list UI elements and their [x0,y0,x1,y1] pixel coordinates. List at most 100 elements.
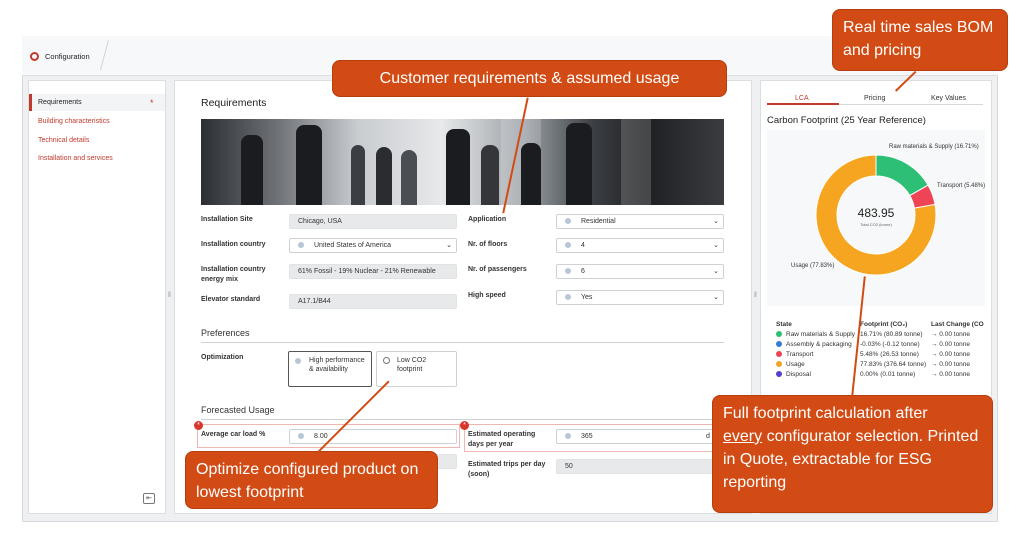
optimization-label: Optimization [201,354,244,361]
table-row: Raw materials & Supply [776,331,855,338]
car-load-label: Average car load % [201,431,266,438]
table-row: Assembly & packaging [776,341,852,348]
application-label: Application [468,216,507,223]
chevron-down-icon: ⌄ [446,242,452,249]
table-row: Transport [776,351,814,358]
required-marker: * [150,98,154,108]
preferences-title: Preferences [201,328,250,338]
callout-full-footprint: Full footprint calculation after every c… [712,395,993,513]
total-value: 483.95 [858,206,895,220]
high-speed-label: High speed [468,292,506,299]
radio-icon [383,357,390,364]
sidebar-item-technical-details[interactable]: Technical details [38,137,89,144]
energy-mix-field: 61% Fossil - 19% Nuclear - 21% Renewable [289,264,457,279]
callout-sales-bom: Real time sales BOM and pricing [832,9,1008,71]
passengers-label: Nr. of passengers [468,266,527,273]
elevator-standard-label: Elevator standard [201,296,261,303]
table-header-footprint: Footprint (CO₂) [860,321,908,328]
trips-field: 50 [556,459,716,474]
callout-full-emphasis: every [723,428,763,445]
floors-icon [565,242,571,248]
tab-pricing[interactable]: Pricing [864,95,885,102]
required-icon: * [194,421,203,430]
table-header-state: State [776,321,792,328]
divider [201,419,724,420]
callout-customer-requirements: Customer requirements & assumed usage [332,60,727,97]
tab-lca[interactable]: LCA [795,95,809,102]
chart-area: Raw materials & Supply (16.71%) Transport… [767,130,985,306]
legend-dot [776,341,782,347]
elevator-standard-field: A17.1/B44 [289,294,457,309]
car-load-value: 8.00 [314,433,328,440]
weight-icon [298,433,304,439]
passengers-value: 6 [581,268,585,275]
table-header-change: Last Change (CO [931,321,984,328]
legend-dot [776,331,782,337]
table-cell-footprint: 77.83% (376.64 tonne) [860,361,927,368]
hero-image [201,119,724,205]
slice-label: Raw materials & Supply (16.71%) [889,144,979,150]
car-load-input[interactable]: 8.00 [289,429,457,444]
donut-chart: Raw materials & Supply (16.71%) Transport… [791,144,985,276]
table-cell-change: → 0.00 tonne [931,341,971,348]
chart-title: Carbon Footprint (25 Year Reference) [767,115,926,126]
splitter-left-handle[interactable]: ‖ [168,292,171,299]
required-icon: * [460,421,469,430]
option-high-performance-label: High performance & availability [309,357,365,373]
table-cell-footprint: 16.71% (80.89 tonne) [860,331,923,338]
callout-full-rest: configurator selection. Printed in Quote… [723,428,979,491]
operating-days-unit: d [706,433,710,440]
installation-country-label: Installation country [201,241,266,248]
floors-select[interactable]: 4 ⌄ [556,238,724,253]
trips-label: Estimated trips per day (soon) [468,461,546,478]
divider [201,342,724,343]
operating-days-value: 365 [581,433,593,440]
slice-label: Transport (5.48%) [937,183,985,189]
installation-country-value: United States of America [314,242,392,249]
option-high-performance[interactable]: High performance & availability [288,351,372,387]
passengers-select[interactable]: 6 ⌄ [556,264,724,279]
legend-dot [776,361,782,367]
sidebar-item-installation-services[interactable]: Installation and services [38,155,113,162]
table-cell-footprint: -0.03% (-0.12 tonne) [860,341,920,348]
legend-dot [776,351,782,357]
person-icon [565,268,571,274]
tab-active-indicator [767,103,839,105]
tab-configuration[interactable]: Configuration [30,44,90,68]
globe-icon [298,242,304,248]
callout-full-line: Full footprint calculation after [723,405,928,422]
high-speed-select[interactable]: Yes ⌄ [556,290,724,305]
speed-icon [565,294,571,300]
table-cell-footprint: 5.48% (26.53 tonne) [860,351,919,358]
table-cell-footprint: 0.00% (0.01 tonne) [860,371,916,378]
chevron-down-icon: ⌄ [713,294,719,301]
installation-site-label: Installation Site [201,216,253,223]
sidebar-item-building-characteristics[interactable]: Building characteristics [38,118,110,125]
calendar-icon [565,433,571,439]
gear-icon [30,51,39,61]
check-icon [295,358,301,364]
chevron-down-icon: ⌄ [713,268,719,275]
table-cell-change: → 0.00 tonne [931,361,971,368]
application-select[interactable]: Residential ⌄ [556,214,724,229]
table-cell-change: → 0.00 tonne [931,351,971,358]
table-cell-change: → 0.00 tonne [931,371,971,378]
table-cell-change: → 0.00 tonne [931,331,971,338]
page-title: Requirements [201,97,267,109]
splitter-right-handle[interactable]: ‖ [754,292,757,299]
table-row: Usage [776,361,805,368]
sidebar-item-requirements-label: Requirements [38,99,82,106]
operating-days-input[interactable]: 365 [556,429,716,444]
tab-key-values[interactable]: Key Values [931,95,966,102]
installation-country-select[interactable]: United States of America ⌄ [289,238,457,253]
chevron-down-icon: ⌄ [713,218,719,225]
sidebar [28,80,166,514]
building-icon [565,218,571,224]
option-low-co2-label: Low CO2 footprint [397,357,427,373]
forecasted-usage-title: Forecasted Usage [201,405,275,415]
total-caption: Total CO2 (tonne) [860,222,892,227]
collapse-panel-icon[interactable]: ⇤ [143,493,155,504]
high-speed-value: Yes [581,294,593,301]
application-value: Residential [581,218,616,225]
installation-site-field: Chicago, USA [289,214,457,229]
